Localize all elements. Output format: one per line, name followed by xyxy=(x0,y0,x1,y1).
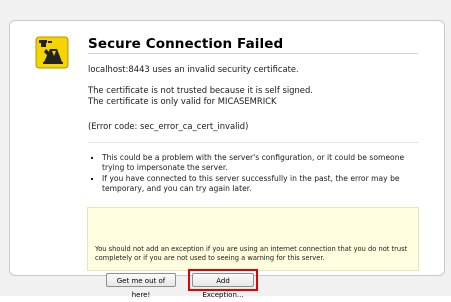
list-item: This could be a problem with the server'… xyxy=(102,153,417,172)
cert-detail-line-2: The certificate is only valid for MICASE… xyxy=(88,96,277,106)
add-exception-button[interactable]: Add Exception... xyxy=(192,273,254,299)
page-title: Secure Connection Failed xyxy=(88,36,284,52)
error-code: (Error code: sec_error_ca_cert_invalid) xyxy=(88,121,249,131)
policeman-stop-icon xyxy=(35,35,69,69)
error-hints-list: This could be a problem with the server'… xyxy=(88,153,417,195)
title-divider xyxy=(88,53,418,54)
error-page-container: Secure Connection Failed localhost:8443 … xyxy=(9,20,445,299)
get-me-out-button[interactable]: Get me out of here! xyxy=(106,273,176,299)
section-divider xyxy=(88,142,418,143)
exception-warning-box: You should not add an exception if you a… xyxy=(87,207,419,299)
list-item: If you have connected to this server suc… xyxy=(102,174,417,193)
cert-detail-line-1: The certificate is not trusted because i… xyxy=(88,85,313,95)
error-message: localhost:8443 uses an invalid security … xyxy=(88,64,299,74)
exception-warning-text: You should not add an exception if you a… xyxy=(95,245,408,262)
